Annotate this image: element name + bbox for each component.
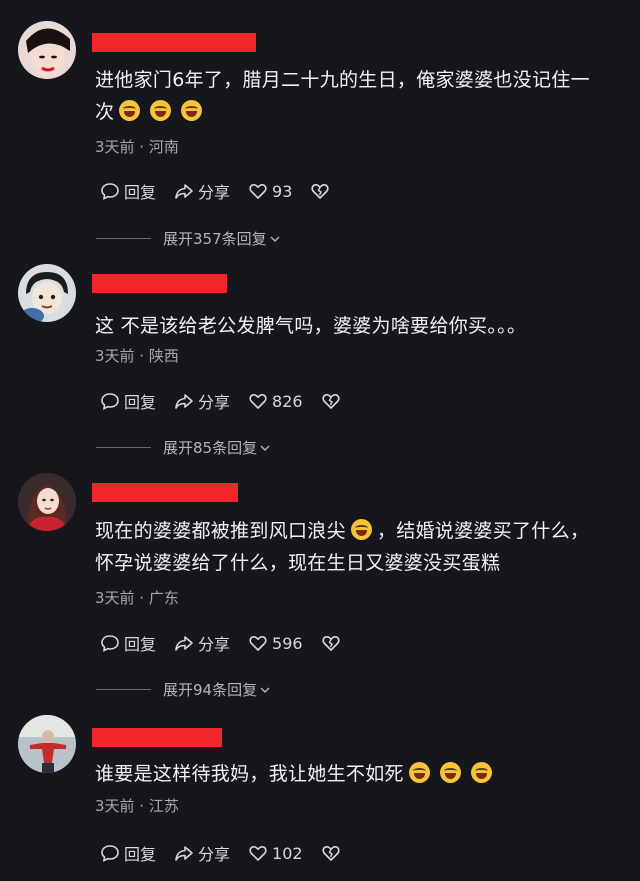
like-button[interactable]: 596 [248, 633, 303, 653]
chevron-down-icon [260, 445, 270, 451]
share-label: 分享 [198, 635, 231, 654]
user-avatar[interactable] [18, 264, 76, 322]
reply-label: 回复 [124, 393, 157, 412]
like-button[interactable]: 826 [248, 391, 303, 411]
chevron-down-icon [260, 687, 270, 693]
like-count: 93 [272, 181, 293, 201]
broken-heart-icon [322, 635, 340, 651]
redacted-username[interactable] [92, 274, 227, 293]
user-avatar[interactable] [18, 715, 76, 773]
laughing-tears-emoji-icon [181, 100, 203, 121]
comment-reply-icon [101, 183, 119, 200]
reply-button[interactable]: 回复 [100, 389, 156, 413]
comment-meta: 3天前 · 河南 [95, 138, 179, 156]
heart-icon [249, 635, 267, 651]
comment-text: 谁要是这样待我妈，我让她生不如死 [95, 758, 620, 790]
share-arrow-icon [175, 636, 193, 651]
comment-actions: 回复 分享 102 [100, 841, 363, 865]
laughing-tears-emoji-icon [408, 762, 430, 783]
dislike-button[interactable] [321, 391, 345, 411]
laughing-tears-emoji-icon [470, 762, 492, 783]
expand-replies-label: 展开357条回复 [163, 230, 267, 248]
share-button[interactable]: 分享 [174, 179, 230, 203]
comment-text: 这 不是该给老公发脾气吗，婆婆为啥要给你买。。。 [95, 315, 527, 337]
reply-label: 回复 [124, 635, 157, 654]
laughing-tears-emoji-icon [439, 762, 461, 783]
expand-replies-button[interactable]: 展开94条回复 [96, 679, 270, 700]
comment-reply-icon [101, 845, 119, 862]
user-avatar[interactable] [18, 473, 76, 531]
redacted-username[interactable] [92, 33, 256, 52]
redacted-username[interactable] [92, 483, 238, 502]
comment-actions: 回复 分享 826 [100, 389, 363, 413]
laughing-tears-emoji-icon [150, 100, 172, 121]
heart-icon [249, 845, 267, 861]
share-arrow-icon [175, 846, 193, 861]
dislike-button[interactable] [321, 633, 345, 653]
divider [96, 447, 151, 448]
divider [96, 689, 151, 690]
broken-heart-icon [322, 393, 340, 409]
redacted-username[interactable] [92, 728, 222, 747]
dislike-button[interactable] [321, 843, 345, 863]
chevron-down-icon [270, 236, 280, 242]
comment-actions: 回复 分享 596 [100, 631, 363, 655]
comment-reply-icon [101, 635, 119, 652]
reply-label: 回复 [124, 845, 157, 864]
share-label: 分享 [198, 845, 231, 864]
laughing-tears-emoji-icon [119, 100, 141, 121]
share-arrow-icon [175, 394, 193, 409]
comment-actions: 回复 分享 93 [100, 179, 352, 203]
dislike-button[interactable] [310, 181, 334, 201]
comment-text: 进他家门6年了，腊月二十九的生日，俺家婆婆也没记住一 次 [95, 69, 590, 123]
reply-button[interactable]: 回复 [100, 179, 156, 203]
share-button[interactable]: 分享 [174, 389, 230, 413]
comment-meta: 3天前 · 江苏 [95, 797, 179, 815]
expand-replies-label: 展开94条回复 [163, 681, 258, 699]
share-arrow-icon [175, 184, 193, 199]
comment-text: 现在的婆婆都被推到风口浪尖 ，结婚说婆婆买了什么， 怀孕说婆婆给了什么，现在生日又… [95, 519, 590, 574]
like-count: 826 [272, 391, 303, 411]
user-avatar[interactable] [18, 21, 76, 79]
like-button[interactable]: 93 [248, 181, 292, 201]
comment-meta: 3天前 · 广东 [95, 589, 179, 607]
share-label: 分享 [198, 183, 231, 202]
heart-icon [249, 393, 267, 409]
like-count: 102 [272, 843, 303, 863]
divider [96, 238, 151, 239]
share-label: 分享 [198, 393, 231, 412]
expand-replies-button[interactable]: 展开85条回复 [96, 437, 270, 458]
like-count: 596 [272, 633, 303, 653]
laughing-tears-emoji-icon [350, 519, 372, 540]
comment-reply-icon [101, 393, 119, 410]
reply-label: 回复 [124, 183, 157, 202]
reply-button[interactable]: 回复 [100, 841, 156, 865]
expand-replies-label: 展开85条回复 [163, 439, 258, 457]
broken-heart-icon [311, 183, 329, 199]
share-button[interactable]: 分享 [174, 631, 230, 655]
reply-button[interactable]: 回复 [100, 631, 156, 655]
like-button[interactable]: 102 [248, 843, 303, 863]
share-button[interactable]: 分享 [174, 841, 230, 865]
heart-icon [249, 183, 267, 199]
comment-meta: 3天前 · 陕西 [95, 347, 179, 365]
broken-heart-icon [322, 845, 340, 861]
expand-replies-button[interactable]: 展开357条回复 [96, 228, 280, 249]
